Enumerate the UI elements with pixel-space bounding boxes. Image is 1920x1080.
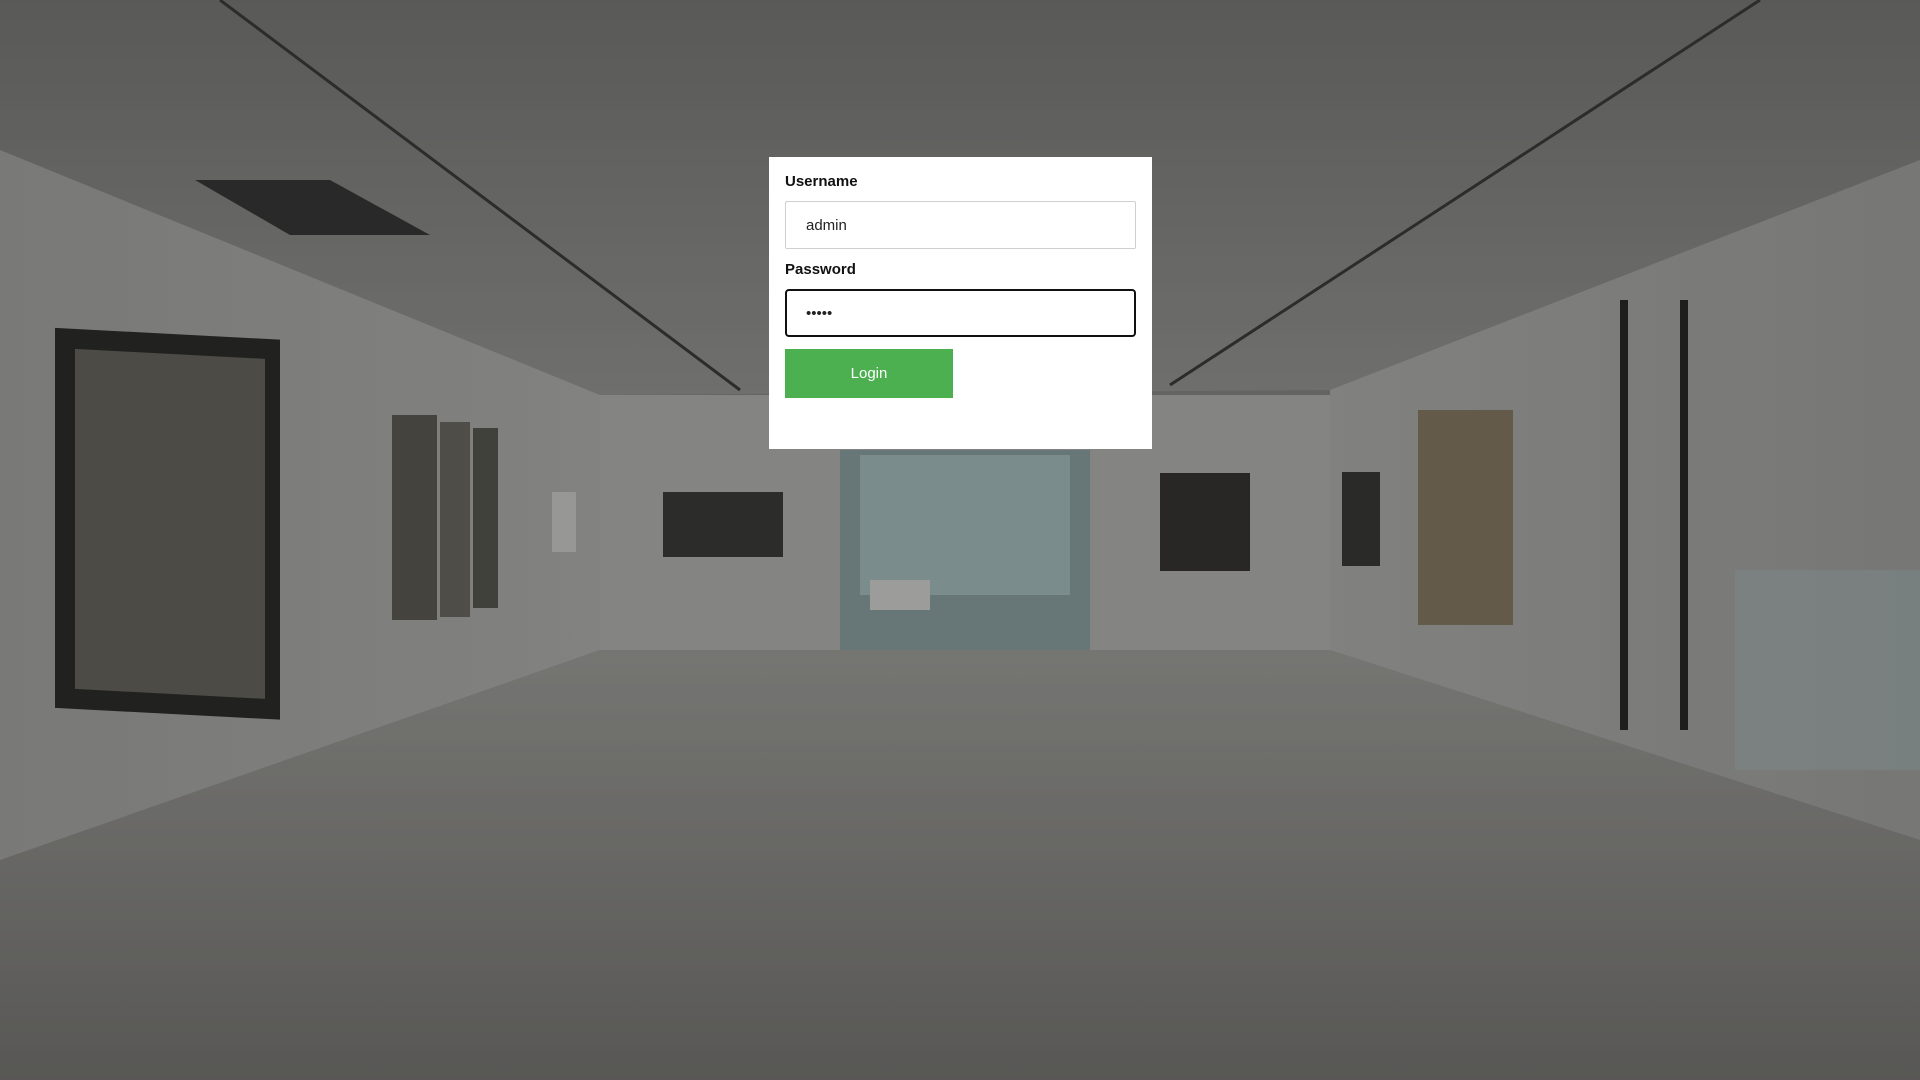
login-card: Username Password Login: [769, 157, 1152, 449]
username-label: Username: [785, 173, 858, 190]
username-input[interactable]: [785, 201, 1136, 249]
login-button[interactable]: Login: [785, 349, 953, 398]
password-input[interactable]: [785, 289, 1136, 337]
password-label: Password: [785, 261, 856, 278]
